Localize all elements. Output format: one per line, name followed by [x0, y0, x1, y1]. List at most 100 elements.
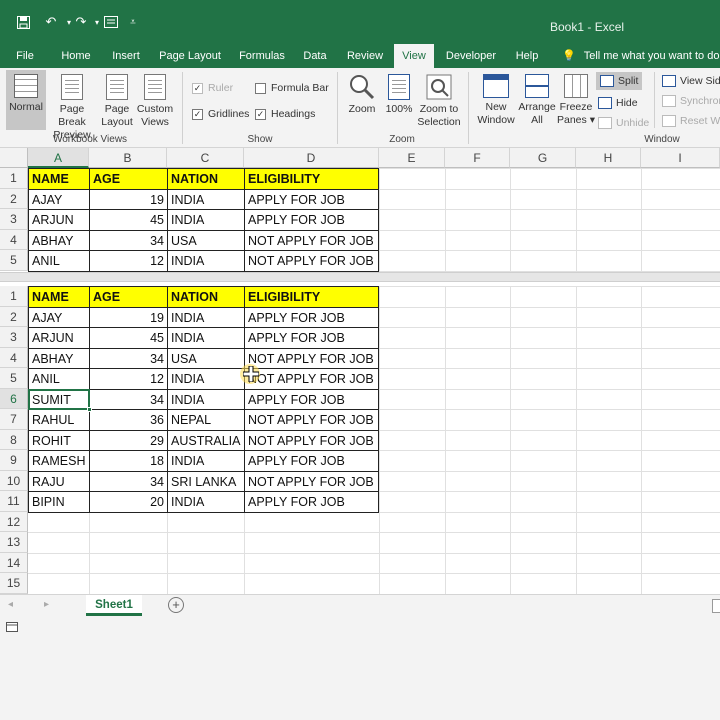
- table-cell[interactable]: INDIA: [168, 190, 244, 210]
- row-header[interactable]: 3: [0, 209, 28, 230]
- customize-qat-icon[interactable]: ⩡: [124, 13, 142, 31]
- row-header[interactable]: 7: [0, 409, 28, 430]
- table-cell[interactable]: 34: [90, 349, 167, 369]
- split-button[interactable]: Split: [596, 72, 643, 90]
- tab-view[interactable]: View: [394, 44, 434, 68]
- header-cell[interactable]: ELIGIBILITY: [245, 287, 379, 307]
- formula-bar-checkbox[interactable]: Formula Bar: [255, 82, 329, 94]
- row-header[interactable]: 8: [0, 429, 28, 450]
- table-cell[interactable]: ABHAY: [29, 349, 89, 369]
- tab-review[interactable]: Review: [342, 44, 388, 68]
- column-header[interactable]: D: [244, 148, 379, 168]
- table-cell[interactable]: INDIA: [168, 451, 244, 471]
- column-header[interactable]: B: [89, 148, 167, 168]
- table-cell[interactable]: 19: [90, 308, 167, 328]
- split-bar[interactable]: [0, 272, 720, 282]
- scroll-sheets-right-icon[interactable]: ▸: [44, 599, 49, 610]
- table-cell[interactable]: 34: [90, 390, 167, 410]
- scroll-sheets-left-icon[interactable]: ◂: [8, 599, 13, 610]
- save-icon[interactable]: [14, 13, 32, 31]
- table-cell[interactable]: APPLY FOR JOB: [245, 328, 379, 348]
- table-cell[interactable]: NOT APPLY FOR JOB: [245, 349, 379, 369]
- fill-handle[interactable]: [87, 407, 92, 412]
- table-cell[interactable]: ANIL: [29, 369, 89, 389]
- table-cell[interactable]: INDIA: [168, 369, 244, 389]
- row-header[interactable]: 5: [0, 368, 28, 389]
- table-cell[interactable]: USA: [168, 349, 244, 369]
- column-header[interactable]: A: [28, 148, 89, 168]
- table-cell[interactable]: ANIL: [29, 251, 89, 271]
- table-cell[interactable]: NEPAL: [168, 410, 244, 430]
- table-cell[interactable]: INDIA: [168, 328, 244, 348]
- table-cell[interactable]: INDIA: [168, 390, 244, 410]
- table-cell[interactable]: ROHIT: [29, 431, 89, 451]
- table-cell[interactable]: 19: [90, 190, 167, 210]
- column-header[interactable]: C: [167, 148, 244, 168]
- table-cell[interactable]: 34: [90, 472, 167, 492]
- row-header[interactable]: 3: [0, 327, 28, 348]
- table-cell[interactable]: NOT APPLY FOR JOB: [245, 369, 379, 389]
- table-cell[interactable]: ABHAY: [29, 231, 89, 251]
- column-header[interactable]: F: [445, 148, 510, 168]
- select-all-button[interactable]: [0, 148, 28, 168]
- table-cell[interactable]: INDIA: [168, 251, 244, 271]
- row-header[interactable]: 13: [0, 532, 28, 553]
- table-cell[interactable]: USA: [168, 231, 244, 251]
- table-cell[interactable]: APPLY FOR JOB: [245, 492, 379, 512]
- table-cell[interactable]: NOT APPLY FOR JOB: [245, 472, 379, 492]
- table-cell[interactable]: AUSTRALIA: [168, 431, 244, 451]
- table-cell[interactable]: ARJUN: [29, 328, 89, 348]
- table-cell[interactable]: BIPIN: [29, 492, 89, 512]
- table-cell[interactable]: APPLY FOR JOB: [245, 390, 379, 410]
- unhide-button[interactable]: Unhide: [598, 114, 649, 132]
- row-header[interactable]: 1: [0, 286, 28, 307]
- table-cell[interactable]: AJAY: [29, 190, 89, 210]
- tab-help[interactable]: Help: [510, 44, 544, 68]
- row-header[interactable]: 1: [0, 168, 28, 189]
- column-header[interactable]: E: [379, 148, 445, 168]
- row-header[interactable]: 10: [0, 470, 28, 491]
- view-side-by-side-button[interactable]: View Side: [662, 72, 720, 90]
- table-cell[interactable]: INDIA: [168, 492, 244, 512]
- table-cell[interactable]: INDIA: [168, 308, 244, 328]
- synchronous-scrolling-button[interactable]: Synchron: [662, 92, 720, 110]
- table-cell[interactable]: RAJU: [29, 472, 89, 492]
- new-window-button[interactable]: New Window: [474, 74, 518, 132]
- table-cell[interactable]: INDIA: [168, 210, 244, 230]
- header-cell[interactable]: NAME: [29, 287, 89, 307]
- table-cell[interactable]: 20: [90, 492, 167, 512]
- tab-insert[interactable]: Insert: [106, 44, 146, 68]
- reset-window-position-button[interactable]: Reset Win: [662, 112, 720, 130]
- row-header[interactable]: 12: [0, 511, 28, 532]
- header-cell[interactable]: AGE: [90, 287, 167, 307]
- row-header[interactable]: 15: [0, 573, 28, 594]
- form-icon[interactable]: [102, 13, 120, 31]
- table-cell[interactable]: ARJUN: [29, 210, 89, 230]
- header-cell[interactable]: AGE: [90, 169, 167, 189]
- row-header[interactable]: 11: [0, 491, 28, 512]
- sheet-tab-sheet1[interactable]: Sheet1: [86, 595, 142, 616]
- row-header[interactable]: 5: [0, 250, 28, 271]
- row-header[interactable]: 4: [0, 347, 28, 368]
- tell-me-box[interactable]: 💡 Tell me what you want to do: [562, 44, 719, 68]
- header-cell[interactable]: NAME: [29, 169, 89, 189]
- header-cell[interactable]: NATION: [168, 287, 244, 307]
- normal-view-button[interactable]: Normal: [6, 70, 46, 130]
- header-cell[interactable]: ELIGIBILITY: [245, 169, 379, 189]
- tab-developer[interactable]: Developer: [442, 44, 500, 68]
- horizontal-scrollbar[interactable]: [712, 599, 720, 613]
- arrange-all-button[interactable]: Arrange All: [518, 74, 556, 132]
- tab-data[interactable]: Data: [298, 44, 332, 68]
- table-cell[interactable]: 18: [90, 451, 167, 471]
- table-cell[interactable]: 36: [90, 410, 167, 430]
- page-break-preview-button[interactable]: Page Break Preview: [46, 74, 98, 141]
- tab-home[interactable]: Home: [54, 44, 98, 68]
- table-cell[interactable]: AJAY: [29, 308, 89, 328]
- column-header[interactable]: I: [641, 148, 720, 168]
- row-header[interactable]: 6: [0, 388, 28, 409]
- freeze-panes-button[interactable]: Freeze Panes ▾: [556, 74, 596, 132]
- zoom-button[interactable]: Zoom: [344, 74, 380, 132]
- zoom-to-selection-button[interactable]: Zoom to Selection: [416, 74, 462, 132]
- ruler-checkbox[interactable]: ✓ Ruler: [192, 82, 233, 94]
- undo-icon[interactable]: ↶: [42, 13, 60, 31]
